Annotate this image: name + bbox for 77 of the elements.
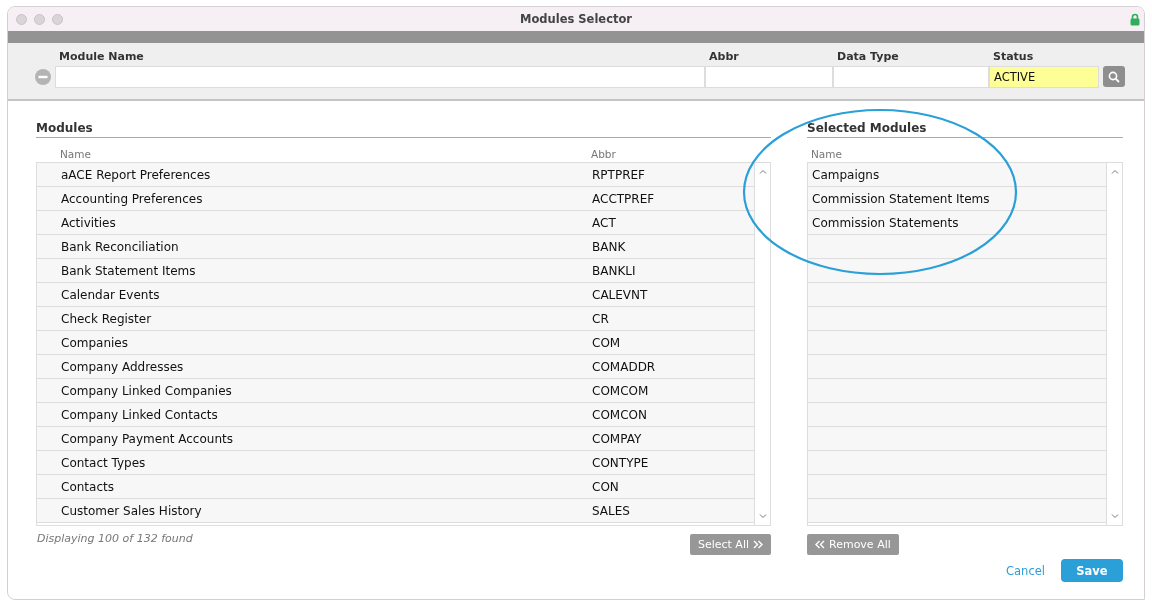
scrollbar[interactable] [754,163,770,525]
module-row[interactable]: Company Linked Companies COMCOM [37,379,754,403]
module-abbr: SALES [592,503,630,518]
module-name: Customer Sales History [61,503,203,518]
module-abbr: CR [592,311,609,326]
column-header: Name [811,148,842,160]
module-row[interactable]: Bank Statement Items BANKLI [37,259,754,283]
module-row[interactable]: Companies COM [37,331,754,355]
module-row[interactable]: Calendar Events CALEVNT [37,283,754,307]
minimize-button[interactable] [34,13,45,25]
remove-icon[interactable] [35,69,51,85]
module-abbr: CONTYPE [592,455,649,470]
module-row[interactable]: Company Addresses COMADDR [37,355,754,379]
module-name: Commission Statement Items [812,191,990,206]
double-chevron-right-icon [753,540,763,549]
module-name: Contact Types [61,455,147,470]
field-label: Abbr [708,50,740,63]
module-row[interactable]: Activities ACT [37,211,754,235]
module-name: Company Addresses [61,359,185,374]
module-row[interactable]: Contact Types CONTYPE [37,451,754,475]
module-abbr: COMCOM [592,383,649,398]
column-header: Abbr [591,148,616,160]
module-abbr: RPTPREF [592,167,645,182]
module-abbr: ACCTPREF [592,191,655,206]
module-abbr: COMPAY [592,431,642,446]
field-label: Data Type [836,50,900,63]
module-name: Activities [61,215,117,230]
module-row[interactable]: Bank Reconciliation BANK [37,235,754,259]
module-abbr: BANKLI [592,263,636,278]
selected-module-row[interactable]: Campaigns [808,163,1106,187]
module-name: Bank Reconciliation [61,239,180,254]
column-header: Name [60,148,92,160]
filter-field[interactable] [55,66,705,88]
module-name: Company Payment Accounts [61,431,234,446]
field-label: Status [992,50,1035,63]
module-abbr: COMADDR [592,359,656,374]
section-title: Modules [36,121,771,138]
selected-module-row[interactable]: Commission Statements [808,211,1106,235]
window-title: Modules Selector [518,12,634,26]
module-name: Company Linked Contacts [61,407,219,422]
close-button[interactable] [16,13,27,25]
lock-icon [1130,12,1140,26]
module-abbr: CON [592,479,619,494]
module-name: Contacts [61,479,115,494]
module-row[interactable]: Company Payment Accounts COMPAY [37,427,754,451]
module-abbr: COMCON [592,407,647,422]
module-name: aACE Report Preferences [61,167,212,182]
module-name: Company Linked Companies [61,383,233,398]
module-abbr: COM [592,335,621,350]
module-name: Check Register [61,311,153,326]
module-row[interactable]: Contacts CON [37,475,754,499]
module-row[interactable]: Accounting Preferences ACCTPREF [37,187,754,211]
module-row[interactable]: Check Register CR [37,307,754,331]
result-count: Displaying 100 of 132 found [37,532,193,545]
module-abbr: ACT [592,215,616,230]
search-button[interactable] [1103,66,1125,87]
module-name: Campaigns [812,167,880,182]
module-abbr: BANK [592,239,626,254]
scrollbar[interactable] [1106,163,1122,525]
module-abbr: CALEVNT [592,287,648,302]
zoom-button[interactable] [52,13,63,25]
filter-field[interactable] [705,66,833,88]
double-chevron-left-icon [815,540,825,549]
module-row[interactable]: Customer Sales History SALES [37,499,754,523]
module-name: Commission Statements [812,215,959,230]
module-row[interactable]: aACE Report Preferences RPTPREF [37,163,754,187]
section-title: Selected Modules [807,121,1123,138]
filter-field[interactable] [833,66,989,88]
search-icon [1108,70,1120,83]
module-name: Accounting Preferences [61,191,204,206]
module-name: Companies [61,335,129,350]
module-name: Bank Statement Items [61,263,197,278]
filter-field[interactable]: ACTIVE [989,66,1099,88]
module-row[interactable]: Company Linked Contacts COMCON [37,403,754,427]
selected-module-row[interactable]: Commission Statement Items [808,187,1106,211]
module-name: Calendar Events [61,287,161,302]
field-label: Module Name [58,50,145,63]
